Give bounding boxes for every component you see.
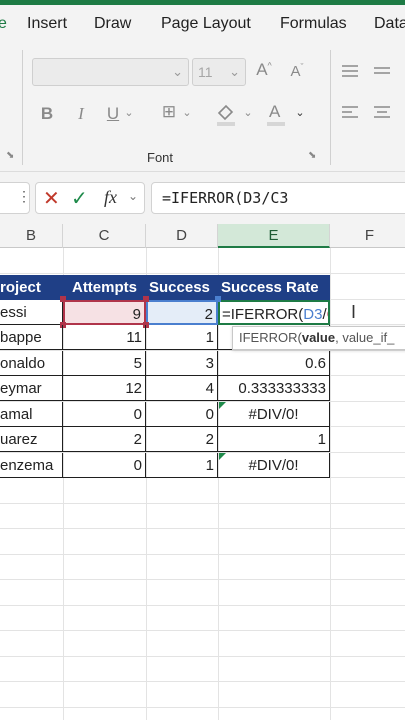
column-header-d[interactable]: D bbox=[146, 224, 218, 248]
tab-insert[interactable]: Insert bbox=[27, 15, 67, 33]
table-cell-success[interactable]: 4 bbox=[146, 376, 218, 401]
table-cell-name[interactable]: uarez bbox=[0, 427, 63, 452]
tab-formulas[interactable]: Formulas bbox=[280, 15, 347, 33]
underline-icon[interactable]: U bbox=[104, 104, 122, 124]
table-cell-success[interactable]: 3 bbox=[146, 351, 218, 376]
borders-icon[interactable]: ⊞ bbox=[158, 102, 180, 122]
ribbon-separator bbox=[22, 50, 23, 165]
tab-data[interactable]: Data bbox=[374, 15, 405, 33]
bold-icon[interactable]: B bbox=[38, 104, 56, 124]
font-color-icon[interactable]: A bbox=[264, 100, 288, 128]
more-options-icon[interactable]: ⋮ bbox=[17, 188, 31, 205]
enter-icon[interactable]: ✓ bbox=[71, 186, 88, 211]
table-cell-name[interactable]: onaldo bbox=[0, 351, 63, 376]
column-header-f[interactable]: F bbox=[330, 224, 405, 248]
ribbon-panel: ⬊ ⌄ 11 ⌄ A^ Aˇ B I U ⌄ ⊞ ⌄ ⌄ A ⌄ Font ⬊ bbox=[0, 42, 405, 172]
tooltip-function-name: IFERROR( bbox=[239, 330, 302, 345]
chevron-down-icon[interactable]: ⌄ bbox=[242, 106, 254, 119]
align-top-icons[interactable] bbox=[340, 62, 400, 82]
table-header-project[interactable]: roject bbox=[0, 275, 63, 300]
name-box[interactable]: ⋮ bbox=[0, 182, 31, 214]
font-launcher-icon[interactable]: ⬊ bbox=[308, 150, 316, 161]
edit-formula-prefix: =IFERROR( bbox=[222, 306, 304, 323]
table-cell-rate[interactable]: #DIV/0! bbox=[218, 402, 330, 427]
chevron-down-icon: ⌄ bbox=[172, 64, 183, 79]
tab-draw[interactable]: Draw bbox=[94, 15, 131, 33]
table-cell-name[interactable]: amal bbox=[0, 402, 63, 427]
column-header-row: B C D E F bbox=[0, 224, 405, 248]
decrease-font-size-icon[interactable]: Aˇ bbox=[287, 62, 307, 80]
tab-home-partial[interactable]: e bbox=[0, 15, 7, 33]
table-cell-attempts[interactable]: 5 bbox=[63, 351, 146, 376]
formula-text: =IFERROR(D3/C3 bbox=[162, 189, 289, 207]
chevron-down-icon[interactable]: ⌄ bbox=[128, 189, 138, 203]
table-header-success-rate[interactable]: Success Rate bbox=[218, 275, 330, 300]
tab-page-layout[interactable]: Page Layout bbox=[161, 15, 251, 33]
table-cell-attempts[interactable]: 0 bbox=[63, 453, 146, 478]
table-cell-name[interactable]: bappe bbox=[0, 325, 63, 350]
table-cell-success[interactable]: 1 bbox=[146, 325, 218, 350]
svg-text:A: A bbox=[269, 102, 281, 121]
font-name-dropdown[interactable]: ⌄ bbox=[32, 58, 189, 86]
table-cell-rate[interactable]: 1 bbox=[218, 427, 330, 452]
clipboard-launcher-icon[interactable]: ⬊ bbox=[6, 150, 14, 161]
table-cell-attempts[interactable]: 9 bbox=[63, 300, 146, 325]
formula-bar: ⋮ ✕ ✓ fx ⌄ =IFERROR(D3/C3 bbox=[0, 172, 405, 224]
column-header-b[interactable]: B bbox=[0, 224, 63, 248]
table-cell-name[interactable]: eymar bbox=[0, 376, 63, 401]
increase-font-size-icon[interactable]: A^ bbox=[254, 60, 274, 80]
font-group-label: Font bbox=[147, 150, 174, 165]
worksheet-grid[interactable]: roject Attempts Success Success Rate ess… bbox=[0, 248, 405, 720]
chevron-down-icon[interactable]: ⌄ bbox=[294, 106, 306, 119]
table-cell-rate[interactable]: 0.6 bbox=[218, 351, 330, 376]
align-left-icons[interactable] bbox=[340, 104, 400, 124]
formula-buttons: ✕ ✓ fx ⌄ bbox=[35, 182, 145, 214]
table-cell-success[interactable]: 2 bbox=[146, 300, 218, 325]
table-cell-rate[interactable]: #DIV/0! bbox=[218, 453, 330, 478]
error-indicator-icon[interactable] bbox=[219, 402, 226, 409]
table-cell-success[interactable]: 0 bbox=[146, 402, 218, 427]
table-cell-rate[interactable]: 0.333333333 bbox=[218, 376, 330, 401]
table-cell-success[interactable]: 2 bbox=[146, 427, 218, 452]
table-cell-attempts[interactable]: 0 bbox=[63, 402, 146, 427]
tooltip-current-arg: value bbox=[301, 330, 336, 345]
column-header-e[interactable]: E bbox=[218, 224, 330, 248]
italic-icon[interactable]: I bbox=[72, 104, 90, 124]
function-tooltip[interactable]: IFERROR(value, value_if_ bbox=[232, 326, 405, 350]
table-cell-attempts[interactable]: 12 bbox=[63, 376, 146, 401]
text-cursor-icon: I bbox=[351, 302, 357, 322]
table-cell-attempts[interactable]: 2 bbox=[63, 427, 146, 452]
chevron-down-icon[interactable]: ⌄ bbox=[181, 106, 193, 119]
table-cell-success[interactable]: 1 bbox=[146, 453, 218, 478]
edit-ref-d3: D3 bbox=[303, 306, 323, 323]
insert-function-icon[interactable]: fx bbox=[104, 187, 117, 208]
chevron-down-icon[interactable]: ⌄ bbox=[123, 106, 135, 119]
table-cell-attempts[interactable]: 11 bbox=[63, 325, 146, 350]
tooltip-remaining-args: , value_if_ bbox=[335, 330, 395, 345]
ribbon-separator bbox=[330, 50, 331, 165]
edit-ref-c3: C3 bbox=[327, 306, 328, 323]
error-indicator-icon[interactable] bbox=[219, 453, 226, 460]
column-header-c[interactable]: C bbox=[63, 224, 146, 248]
table-cell-name[interactable]: enzema bbox=[0, 453, 63, 478]
chevron-down-icon: ⌄ bbox=[229, 64, 240, 79]
active-cell-editor[interactable]: =IFERROR(D3/C3 bbox=[218, 300, 330, 325]
table-header-success[interactable]: Success bbox=[146, 275, 218, 300]
font-size-dropdown[interactable]: 11 ⌄ bbox=[192, 58, 246, 86]
cancel-icon[interactable]: ✕ bbox=[43, 186, 60, 211]
fill-color-icon[interactable] bbox=[214, 101, 238, 127]
ribbon-tabs: e Insert Draw Page Layout Formulas Data bbox=[0, 5, 405, 42]
font-size-value: 11 bbox=[198, 64, 213, 80]
table-cell-name[interactable]: essi bbox=[0, 300, 63, 325]
table-header-attempts[interactable]: Attempts bbox=[63, 275, 146, 300]
